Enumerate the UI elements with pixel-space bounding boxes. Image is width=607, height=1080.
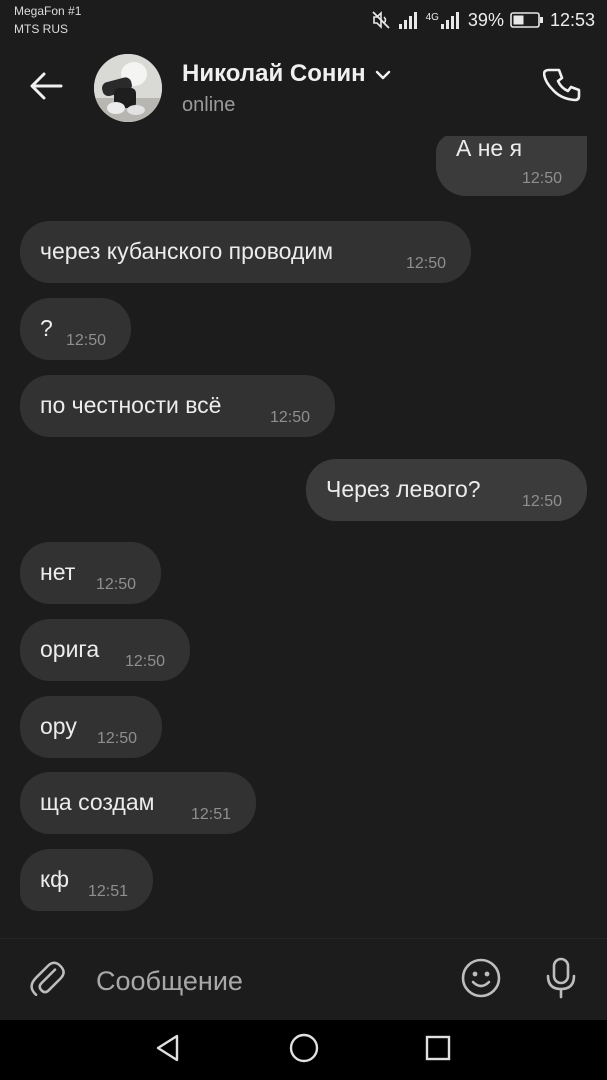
- message-incoming[interactable]: нет 12:50: [20, 542, 161, 604]
- message-time: 12:50: [97, 730, 138, 747]
- signal-icon: [398, 10, 420, 30]
- paperclip-icon: [28, 957, 68, 1006]
- message-incoming[interactable]: орига 12:50: [20, 619, 190, 681]
- carrier-primary: MegaFon #1: [14, 4, 82, 18]
- message-time: 12:50: [406, 255, 447, 272]
- message-time: 12:50: [66, 332, 107, 349]
- contact-name-text: Николай Сонин: [182, 60, 366, 87]
- nav-home-icon: [288, 1032, 320, 1069]
- message-text: через кубанского проводим: [40, 238, 334, 264]
- back-button[interactable]: [24, 66, 68, 110]
- message-text: ща создам: [40, 789, 155, 815]
- message-time: 12:50: [96, 576, 137, 593]
- status-icons: 4G 39% 12:53: [370, 6, 595, 34]
- battery-percent: 39%: [467, 9, 504, 30]
- message-text: кф: [40, 866, 69, 892]
- signal-4g-icon: 4G: [426, 10, 462, 30]
- message-text: ору: [40, 713, 77, 739]
- message-list[interactable]: А не я 12:50 через кубанского проводим 1…: [0, 136, 607, 936]
- message-incoming[interactable]: через кубанского проводим 12:50: [20, 221, 471, 283]
- avatar[interactable]: [94, 54, 162, 122]
- mute-icon: [370, 9, 392, 31]
- nav-back-button[interactable]: [150, 1032, 186, 1068]
- message-time: 12:50: [522, 170, 563, 187]
- message-outgoing[interactable]: А не я 12:50: [436, 136, 587, 196]
- message-incoming[interactable]: по честности всё 12:50: [20, 375, 335, 437]
- system-nav-bar: [0, 1020, 607, 1080]
- message-outgoing[interactable]: Через левого? 12:50: [306, 459, 587, 521]
- voice-message-button[interactable]: [538, 957, 584, 1003]
- back-arrow-icon: [29, 71, 63, 106]
- clock: 12:53: [549, 9, 595, 30]
- emoji-button[interactable]: [458, 957, 504, 1003]
- battery-icon: [510, 11, 544, 29]
- message-text: ?: [40, 315, 53, 341]
- message-text: нет: [40, 559, 76, 585]
- microphone-icon: [543, 956, 579, 1005]
- message-incoming[interactable]: ? 12:50: [20, 298, 131, 360]
- message-text: Через левого?: [326, 476, 481, 502]
- nav-recent-button[interactable]: [420, 1032, 456, 1068]
- message-text: по честности всё: [40, 392, 222, 418]
- attach-button[interactable]: [26, 959, 70, 1003]
- nav-home-button[interactable]: [286, 1032, 322, 1068]
- message-time: 12:50: [522, 493, 563, 510]
- message-incoming[interactable]: ору 12:50: [20, 696, 162, 758]
- message-time: 12:51: [191, 806, 232, 823]
- chat-header: Николай Сонин online: [0, 40, 607, 136]
- message-incoming[interactable]: ща создам 12:51: [20, 772, 256, 834]
- message-time: 12:50: [125, 653, 166, 670]
- message-time: 12:50: [270, 409, 311, 426]
- nav-recent-icon: [423, 1033, 453, 1068]
- network-type-label: 4G: [425, 12, 439, 23]
- phone-icon: [542, 66, 583, 111]
- contact-name[interactable]: Николай Сонин: [182, 60, 392, 88]
- message-text: А не я: [456, 136, 523, 161]
- message-time: 12:51: [88, 883, 129, 900]
- contact-status: online: [182, 94, 236, 116]
- call-button[interactable]: [541, 66, 585, 110]
- status-bar: MegaFon #1 MTS RUS 4G 39% 12:53: [0, 0, 607, 40]
- emoji-icon: [460, 957, 502, 1004]
- carrier-secondary: MTS RUS: [14, 22, 68, 36]
- composer-bar: Сообщение: [0, 938, 607, 1021]
- message-input[interactable]: Сообщение: [96, 961, 426, 1001]
- nav-back-icon: [153, 1033, 183, 1068]
- message-incoming[interactable]: кф 12:51: [20, 849, 153, 911]
- chevron-down-icon[interactable]: [374, 60, 392, 88]
- message-text: орига: [40, 636, 100, 662]
